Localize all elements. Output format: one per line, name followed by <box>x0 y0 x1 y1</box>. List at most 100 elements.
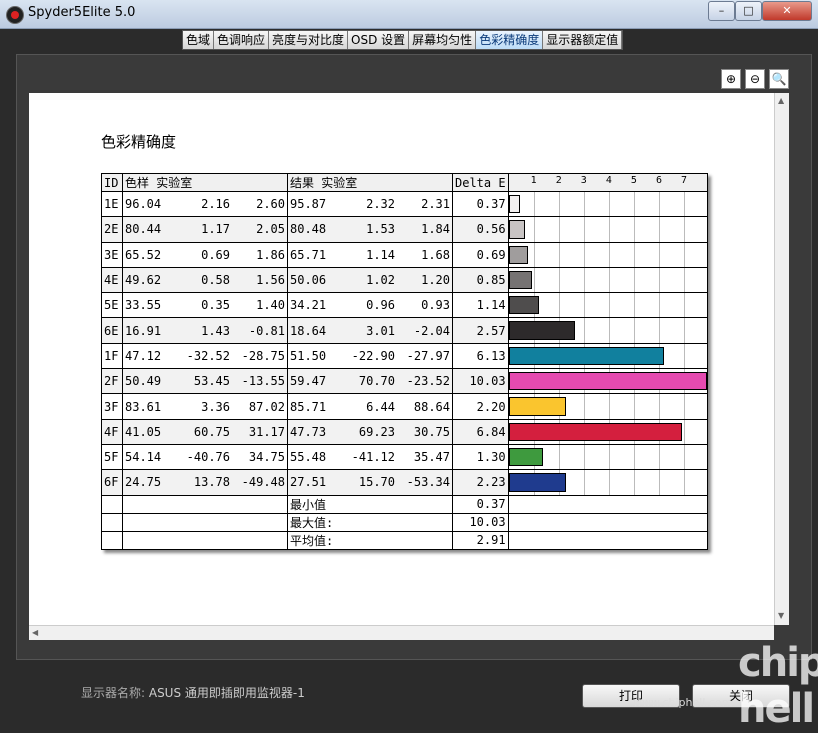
app-icon <box>6 6 24 24</box>
axis-tick-label: 2 <box>555 175 562 186</box>
lab-value: -2.04 <box>413 323 450 338</box>
grid-line <box>658 242 660 267</box>
grid-line <box>684 242 686 267</box>
scroll-up-icon[interactable]: ▲ <box>778 96 784 105</box>
lab-value: 34.21 <box>290 298 327 313</box>
tab-color-accuracy[interactable]: 色彩精确度 <box>476 31 544 49</box>
scroll-down-icon[interactable]: ▼ <box>778 611 784 620</box>
grid-line <box>633 293 635 318</box>
maximize-button[interactable]: □ <box>735 1 762 21</box>
grid-line <box>583 318 585 343</box>
close-window-button[interactable]: ✕ <box>762 1 812 21</box>
horizontal-scrollbar[interactable]: ◀ <box>29 625 774 640</box>
delta-e-bar-cell <box>507 418 708 445</box>
sample-lab-values: 54.14 -40.76 34.75 <box>122 443 288 471</box>
grid-line <box>658 192 660 217</box>
grid-line <box>608 242 610 267</box>
lab-triplet: 80.44 1.17 2.05 <box>125 222 285 236</box>
lab-value: 85.71 <box>290 399 327 414</box>
delta-e-bar-cell <box>507 469 708 496</box>
lab-value: 0.93 <box>421 298 450 313</box>
tab-display-rating[interactable]: 显示器额定值 <box>543 31 623 49</box>
grid-line <box>608 394 610 419</box>
delta-e-bar-cell <box>507 393 708 420</box>
zoom-fit-icon[interactable]: 🔍 <box>769 69 789 89</box>
report-title: 色彩精确度 <box>101 133 177 151</box>
tab-gamut[interactable]: 色域 <box>183 31 215 49</box>
lab-triplet: 59.47 70.70 -23.52 <box>290 374 450 388</box>
row-id: 6F <box>101 469 123 496</box>
lab-triplet: 49.62 0.58 1.56 <box>125 273 285 287</box>
lab-triplet: 54.14 -40.76 34.75 <box>125 450 285 464</box>
delta-e-value: 6.13 <box>452 342 509 370</box>
empty-cell <box>122 494 288 514</box>
lab-triplet: 24.75 13.78 -49.48 <box>125 475 285 489</box>
zoom-out-icon[interactable]: ⊖ <box>745 69 765 89</box>
grid-line <box>583 192 585 217</box>
vertical-scrollbar[interactable]: ▲ ▼ <box>774 93 789 625</box>
tab-osd-settings[interactable]: OSD 设置 <box>348 31 410 49</box>
axis-tick-label: 6 <box>655 175 662 186</box>
sample-lab-values: 65.52 0.69 1.86 <box>122 241 288 268</box>
axis-tick-label: 1 <box>530 175 537 186</box>
tab-tone-response[interactable]: 色调响应 <box>214 31 270 49</box>
lab-value: 2.32 <box>366 197 395 212</box>
scroll-left-icon[interactable]: ◀ <box>32 628 38 637</box>
grid-line <box>658 293 660 318</box>
sample-lab-values: 16.91 1.43 -0.81 <box>122 317 288 344</box>
summary-label: 最小值 <box>287 494 453 514</box>
grid-line <box>684 293 686 318</box>
lab-triplet: 47.12 -32.52 -28.75 <box>125 349 285 363</box>
lab-value: 47.12 <box>125 348 162 363</box>
tab-brightness-contrast[interactable]: 亮度与对比度 <box>269 31 349 49</box>
grid-line <box>684 267 686 293</box>
delta-e-bar <box>508 422 682 441</box>
empty-cell <box>101 494 123 514</box>
result-lab-values: 95.87 2.32 2.31 <box>287 190 453 218</box>
grid-line <box>658 267 660 293</box>
lab-value: 51.50 <box>290 348 327 363</box>
empty-cell <box>507 512 708 532</box>
axis-tick-label: 7 <box>681 175 688 186</box>
zoom-in-icon[interactable]: ⊕ <box>721 69 741 89</box>
lab-value: 1.20 <box>421 273 450 288</box>
lab-value: -41.12 <box>351 450 395 465</box>
grid-line <box>558 242 560 267</box>
lab-value: 24.75 <box>125 475 162 490</box>
delta-e-value: 0.37 <box>452 190 509 218</box>
color-accuracy-table: ID 色样 实验室 结果 实验室 Delta E 1 2 3 4 5 6 7 1E 96.04 2.16 2… <box>101 173 708 550</box>
delta-e-bar-cell <box>507 266 708 294</box>
grid-line <box>633 470 635 495</box>
lab-value: 1.43 <box>201 323 230 338</box>
lab-value: 87.02 <box>248 399 285 414</box>
lab-value: 1.86 <box>256 247 285 262</box>
tab-uniformity[interactable]: 屏幕均匀性 <box>409 31 477 49</box>
lab-value: 0.35 <box>201 298 230 313</box>
minimize-button[interactable]: – <box>708 1 735 21</box>
lab-triplet: 16.91 1.43 -0.81 <box>125 324 285 338</box>
lab-value: 95.87 <box>290 197 327 212</box>
delta-e-bar <box>508 346 665 366</box>
grid-line <box>633 217 635 242</box>
row-id: 5F <box>101 443 123 471</box>
lab-triplet: 55.48 -41.12 35.47 <box>290 450 450 464</box>
lab-value: 31.17 <box>248 424 285 439</box>
lab-triplet: 50.06 1.02 1.20 <box>290 273 450 287</box>
lab-value: 33.55 <box>125 298 162 313</box>
row-id: 6E <box>101 317 123 344</box>
summary-label: 平均值: <box>287 530 453 550</box>
grid-line <box>684 394 686 419</box>
grid-line <box>583 267 585 293</box>
result-lab-values: 51.50 -22.90 -27.97 <box>287 342 453 370</box>
lab-value: 83.61 <box>125 399 162 414</box>
axis-tick-label: 3 <box>580 175 587 186</box>
lab-triplet: 18.64 3.01 -2.04 <box>290 324 450 338</box>
result-lab-values: 27.51 15.70 -53.34 <box>287 469 453 496</box>
grid-line <box>684 192 686 217</box>
lab-value: 65.71 <box>290 247 327 262</box>
grid-line <box>583 394 585 419</box>
grid-line <box>633 242 635 267</box>
delta-e-bar <box>508 447 544 467</box>
lab-triplet: 50.49 53.45 -13.55 <box>125 374 285 388</box>
lab-value: 2.60 <box>256 197 285 212</box>
